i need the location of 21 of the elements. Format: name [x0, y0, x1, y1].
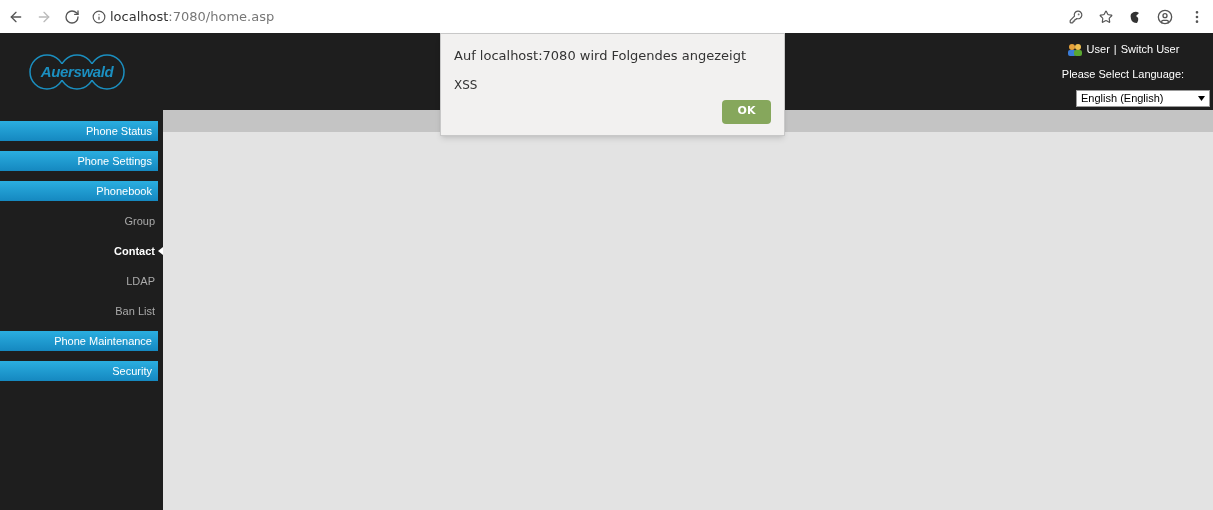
star-icon[interactable] — [1099, 9, 1113, 24]
language-select[interactable]: English (English) — [1076, 90, 1210, 107]
address-bar[interactable]: localhost:7080/home.asp — [110, 6, 275, 27]
sidebar-item[interactable]: Ban List — [115, 302, 155, 320]
sidebar-item[interactable]: Contact — [114, 242, 155, 260]
sidebar-item[interactable]: LDAP — [126, 272, 155, 290]
profile-icon[interactable] — [1157, 8, 1173, 25]
dialog-title: Auf localhost:7080 wird Folgendes angezeigt — [454, 47, 747, 65]
caret-icon — [1198, 96, 1205, 101]
user-link[interactable]: User — [1086, 41, 1110, 58]
sidebar-item[interactable]: Group — [124, 212, 155, 230]
logo: Auerswald — [28, 53, 126, 91]
pointer-icon — [158, 247, 163, 255]
separator: | — [1113, 42, 1117, 57]
info-icon[interactable] — [92, 9, 106, 24]
key-icon[interactable] — [1069, 9, 1083, 24]
language-label: Please Select Language: — [1061, 66, 1185, 82]
users-icon — [1066, 42, 1083, 56]
dialog-message: XSS — [454, 76, 479, 94]
switch-user-link[interactable]: Switch User — [1120, 41, 1180, 58]
reload-icon[interactable] — [64, 8, 80, 25]
